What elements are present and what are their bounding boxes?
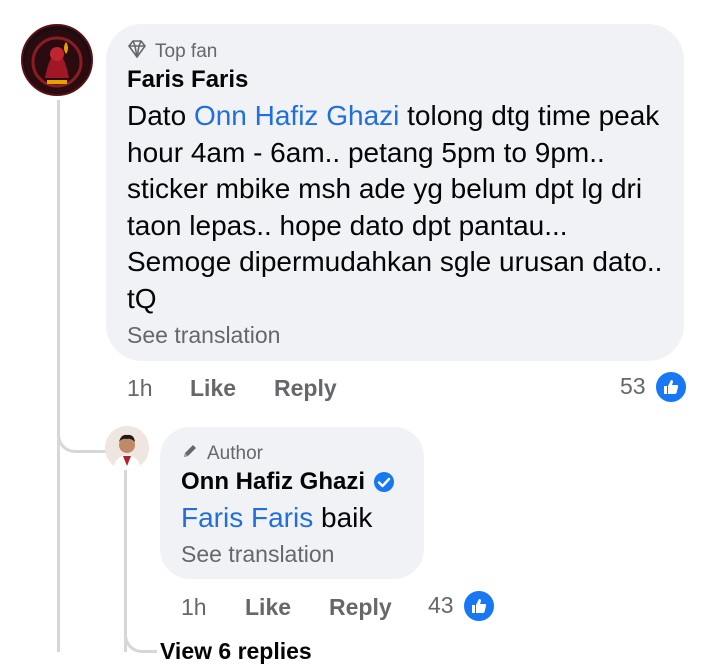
see-translation-link[interactable]: See translation (127, 322, 280, 349)
badge-label: Author (207, 443, 263, 464)
avatar[interactable] (105, 426, 149, 470)
reaction-count[interactable]: 43 (428, 592, 454, 619)
top-fan-badge: Top fan (127, 40, 217, 64)
thread-connector (57, 420, 108, 453)
reply-button[interactable]: Reply (274, 375, 337, 402)
avatar[interactable] (21, 24, 93, 96)
like-button[interactable]: Like (245, 594, 291, 621)
mention-link[interactable]: Faris Faris (181, 502, 313, 533)
badge-label: Top fan (155, 41, 218, 62)
thread-line-main (57, 100, 60, 652)
author-badge: Author (181, 442, 263, 466)
mention-link[interactable]: Onn Hafiz Ghazi (194, 100, 399, 131)
verified-icon (373, 471, 395, 493)
pencil-icon (181, 442, 199, 466)
like-button[interactable]: Like (190, 375, 236, 402)
reply-author-name[interactable]: Onn Hafiz Ghazi (181, 468, 395, 496)
comment-text: Dato Onn Hafiz Ghazi tolong dtg time pea… (127, 100, 663, 314)
diamond-icon (127, 40, 147, 64)
thumbs-up-icon (462, 589, 496, 623)
comment-timestamp[interactable]: 1h (127, 375, 153, 402)
reaction-count[interactable]: 53 (620, 373, 646, 400)
reply-timestamp[interactable]: 1h (181, 594, 207, 621)
thread-connector-reply (124, 620, 157, 653)
comment-author-name[interactable]: Faris Faris (127, 66, 248, 94)
reply-text: Faris Faris baik (181, 502, 373, 533)
reply-button[interactable]: Reply (329, 594, 392, 621)
thumbs-up-icon (654, 370, 688, 404)
see-translation-link[interactable]: See translation (181, 541, 334, 568)
